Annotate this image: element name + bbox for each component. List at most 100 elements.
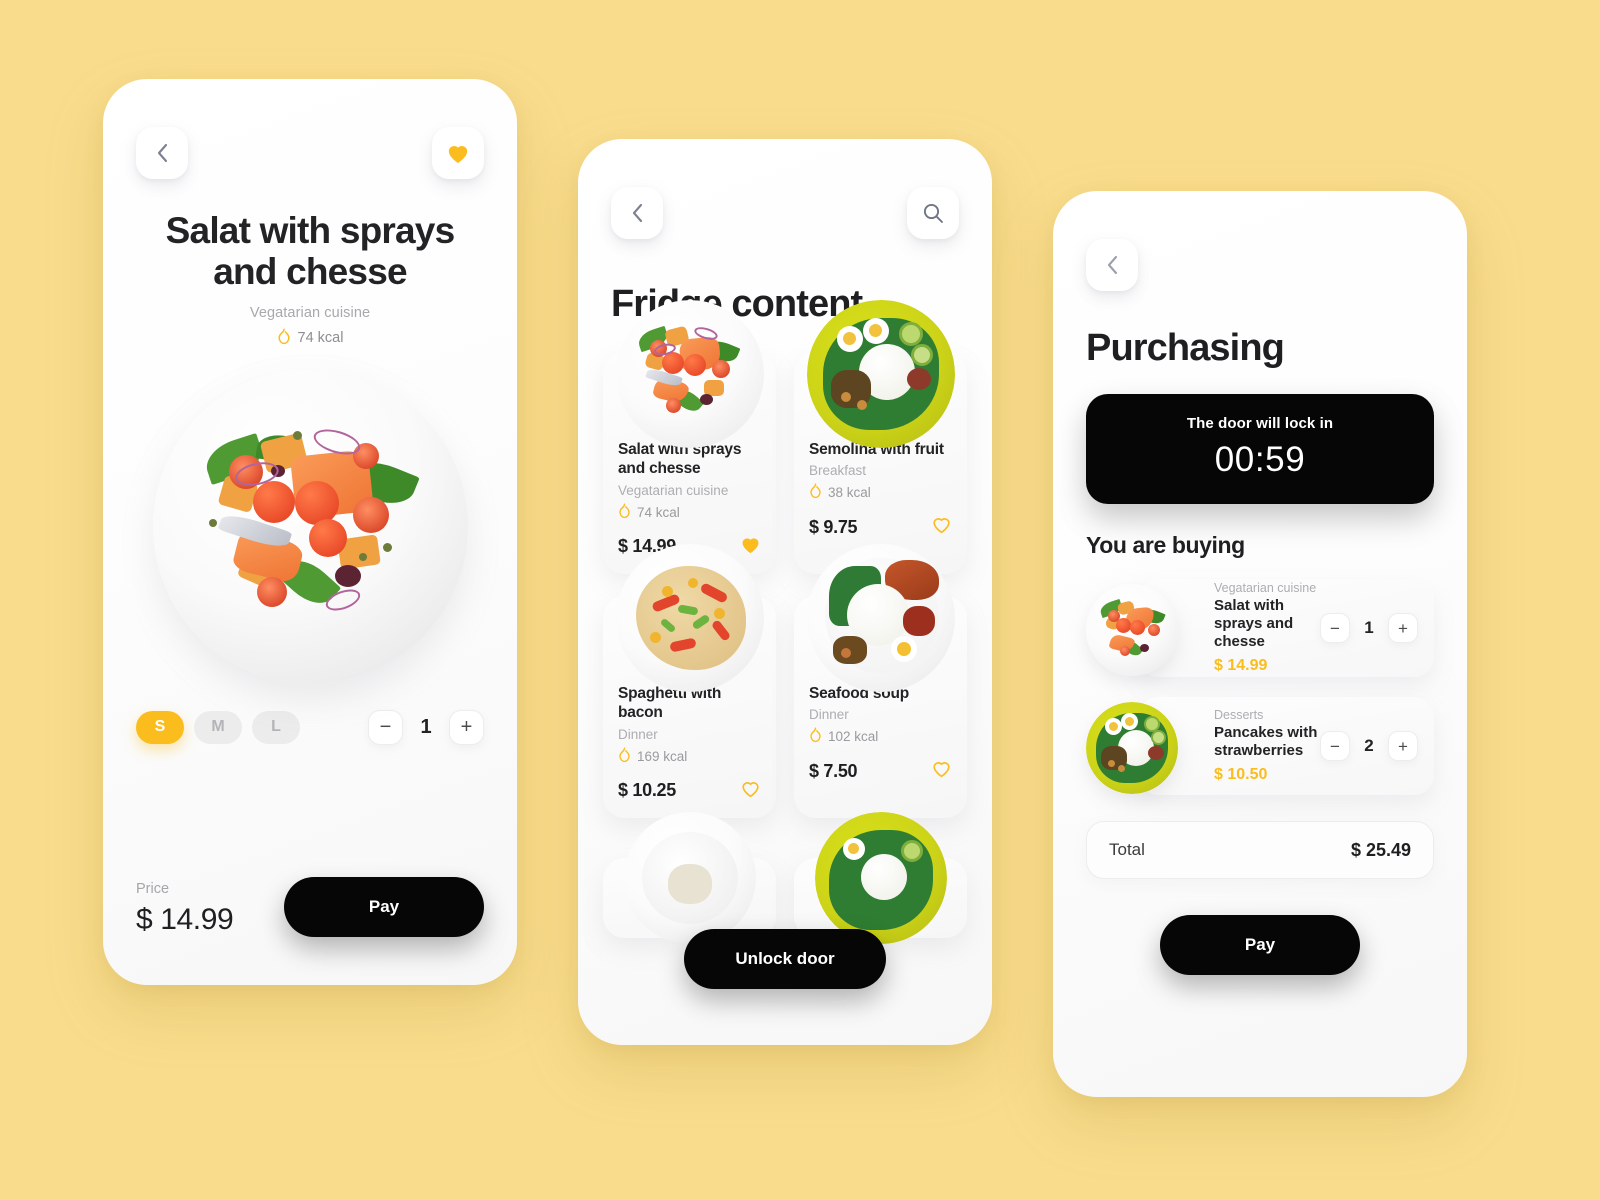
food-thumbnail-semolina — [806, 300, 955, 448]
detail-kcal-row: 74 kcal — [136, 328, 484, 349]
food-card-kcal-text: 102 kcal — [828, 729, 879, 745]
favorite-button[interactable] — [432, 127, 484, 179]
flame-icon — [618, 747, 631, 766]
cart-item-price: $ 14.99 — [1214, 657, 1268, 675]
size-option-l[interactable]: L — [252, 710, 300, 744]
food-thumbnail-spaghetti — [615, 543, 764, 692]
food-card-kcal-text: 169 kcal — [637, 748, 688, 764]
section-heading-buying: You are buying — [1086, 532, 1245, 558]
food-card-price: $ 7.50 — [809, 760, 858, 781]
cart-item-info: Desserts Pancakes with strawberries $ 10… — [1214, 708, 1320, 785]
size-option-s[interactable]: S — [136, 710, 184, 744]
food-card-footer: $ 10.25 — [618, 779, 761, 803]
back-button[interactable] — [136, 127, 188, 179]
purchase-topbar — [1086, 239, 1434, 291]
quantity-value: 1 — [420, 715, 432, 738]
food-card[interactable] — [794, 811, 967, 944]
quantity-decrease-button[interactable]: − — [368, 709, 403, 745]
size-option-m[interactable]: M — [194, 710, 242, 744]
cart-item-price: $ 10.50 — [1214, 766, 1268, 784]
price-label: Price — [136, 881, 170, 897]
chevron-left-icon — [156, 143, 169, 163]
quantity-value: 2 — [1364, 736, 1374, 755]
detail-topbar — [136, 127, 484, 179]
back-button[interactable] — [1086, 239, 1138, 291]
detail-pay-row: Price $ 14.99 Pay — [103, 877, 517, 937]
food-card-category: Dinner — [618, 726, 658, 742]
quantity-value: 1 — [1364, 618, 1374, 637]
quantity-decrease-button[interactable]: − — [1320, 613, 1350, 643]
cart-item-quantity-stepper: − 1 + — [1320, 613, 1418, 643]
size-selector: S M L — [136, 710, 300, 744]
unlock-door-button[interactable]: Unlock door — [684, 929, 886, 989]
pay-button[interactable]: Pay — [1160, 915, 1360, 975]
cart-item[interactable]: Vegatarian cuisine Salat with sprays and… — [1086, 579, 1434, 677]
food-card-category: Breakfast — [809, 463, 867, 479]
phone-detail-screen: Salat with sprays and chesse Vegatarian … — [103, 79, 517, 985]
food-card[interactable]: Salat with sprays and chesse Vegatarian … — [603, 300, 776, 574]
cart-item-thumbnail-salad — [1086, 584, 1178, 676]
heart-outline-icon[interactable] — [931, 759, 952, 783]
food-card[interactable]: Seafood soup Dinner 102 kcal $ 7.50 — [794, 543, 967, 818]
cart-item-quantity-stepper: − 2 + — [1320, 731, 1418, 761]
screens-stage: Salat with sprays and chesse Vegatarian … — [0, 0, 1600, 1200]
food-card-price: $ 10.25 — [618, 780, 676, 800]
flame-icon — [618, 503, 631, 522]
food-card[interactable] — [603, 811, 776, 944]
food-card-kcal-row: 38 kcal — [809, 483, 952, 502]
fridge-topbar — [611, 187, 959, 239]
door-lock-timer: The door will lock in 00:59 — [1086, 394, 1434, 504]
food-card-footer: $ 9.75 — [809, 515, 952, 539]
back-button[interactable] — [611, 187, 663, 239]
food-thumbnail-partial — [623, 811, 756, 944]
food-thumbnail-partial — [814, 811, 947, 944]
cart-item-name: Pancakes with strawberries — [1214, 723, 1318, 759]
fridge-next-row-partial — [578, 811, 992, 944]
timer-value: 00:59 — [1214, 440, 1306, 479]
cart-item-card: Desserts Pancakes with strawberries $ 10… — [1138, 697, 1434, 795]
total-label: Total — [1109, 840, 1145, 859]
fridge-content: Fridge content — [578, 139, 992, 326]
size-and-quantity-row: S M L − 1 + — [103, 709, 517, 745]
detail-content: Salat with sprays and chesse Vegatarian … — [103, 79, 517, 684]
food-thumbnail-seafood-soup — [806, 543, 955, 692]
price-value: $ 14.99 — [136, 903, 234, 936]
phone-fridge-screen: Fridge content Salat with sprays and che… — [578, 139, 992, 1045]
chevron-left-icon — [1106, 255, 1119, 275]
food-card-kcal-row: 74 kcal — [618, 503, 761, 522]
quantity-increase-button[interactable]: + — [1388, 613, 1418, 643]
heart-outline-icon[interactable] — [740, 779, 761, 803]
price-block: Price $ 14.99 — [136, 881, 234, 937]
flame-icon — [277, 328, 291, 349]
timer-label: The door will lock in — [1186, 415, 1334, 432]
search-button[interactable] — [907, 187, 959, 239]
detail-hero — [136, 368, 484, 684]
quantity-increase-button[interactable]: + — [1388, 731, 1418, 761]
cart-item-info: Vegatarian cuisine Salat with sprays and… — [1214, 581, 1320, 676]
food-card[interactable]: Semolina with fruit Breakfast 38 kcal $ … — [794, 300, 967, 574]
food-card-kcal-row: 169 kcal — [618, 747, 761, 766]
detail-kcal-text: 74 kcal — [297, 330, 344, 347]
pay-button[interactable]: Pay — [284, 877, 484, 937]
food-card-price: $ 9.75 — [809, 516, 858, 537]
food-photo-salad — [152, 368, 468, 684]
total-value: $ 25.49 — [1350, 839, 1411, 860]
heart-filled-icon[interactable] — [740, 535, 761, 559]
heart-filled-icon — [446, 142, 470, 164]
flame-icon — [809, 727, 822, 746]
phone-purchase-screen: Purchasing The door will lock in 00:59 Y… — [1053, 191, 1467, 1097]
total-row: Total $ 25.49 — [1086, 821, 1434, 879]
quantity-decrease-button[interactable]: − — [1320, 731, 1350, 761]
page-title: Purchasing — [1086, 327, 1285, 369]
cart-item-thumbnail-pancakes — [1086, 702, 1178, 794]
quantity-increase-button[interactable]: + — [449, 709, 484, 745]
food-card-kcal-text: 38 kcal — [828, 485, 871, 501]
cart-item-name: Salat with sprays and chesse — [1214, 596, 1294, 651]
food-card[interactable]: Spaghetti with bacon Dinner 169 kcal $ 1… — [603, 543, 776, 818]
search-icon — [922, 202, 944, 224]
cart-item[interactable]: Desserts Pancakes with strawberries $ 10… — [1086, 697, 1434, 795]
heart-outline-icon[interactable] — [931, 515, 952, 539]
food-card-kcal-row: 102 kcal — [809, 727, 952, 746]
purchase-content: Purchasing The door will lock in 00:59 Y… — [1053, 191, 1467, 975]
page-title: Salat with sprays and chesse — [165, 210, 455, 293]
